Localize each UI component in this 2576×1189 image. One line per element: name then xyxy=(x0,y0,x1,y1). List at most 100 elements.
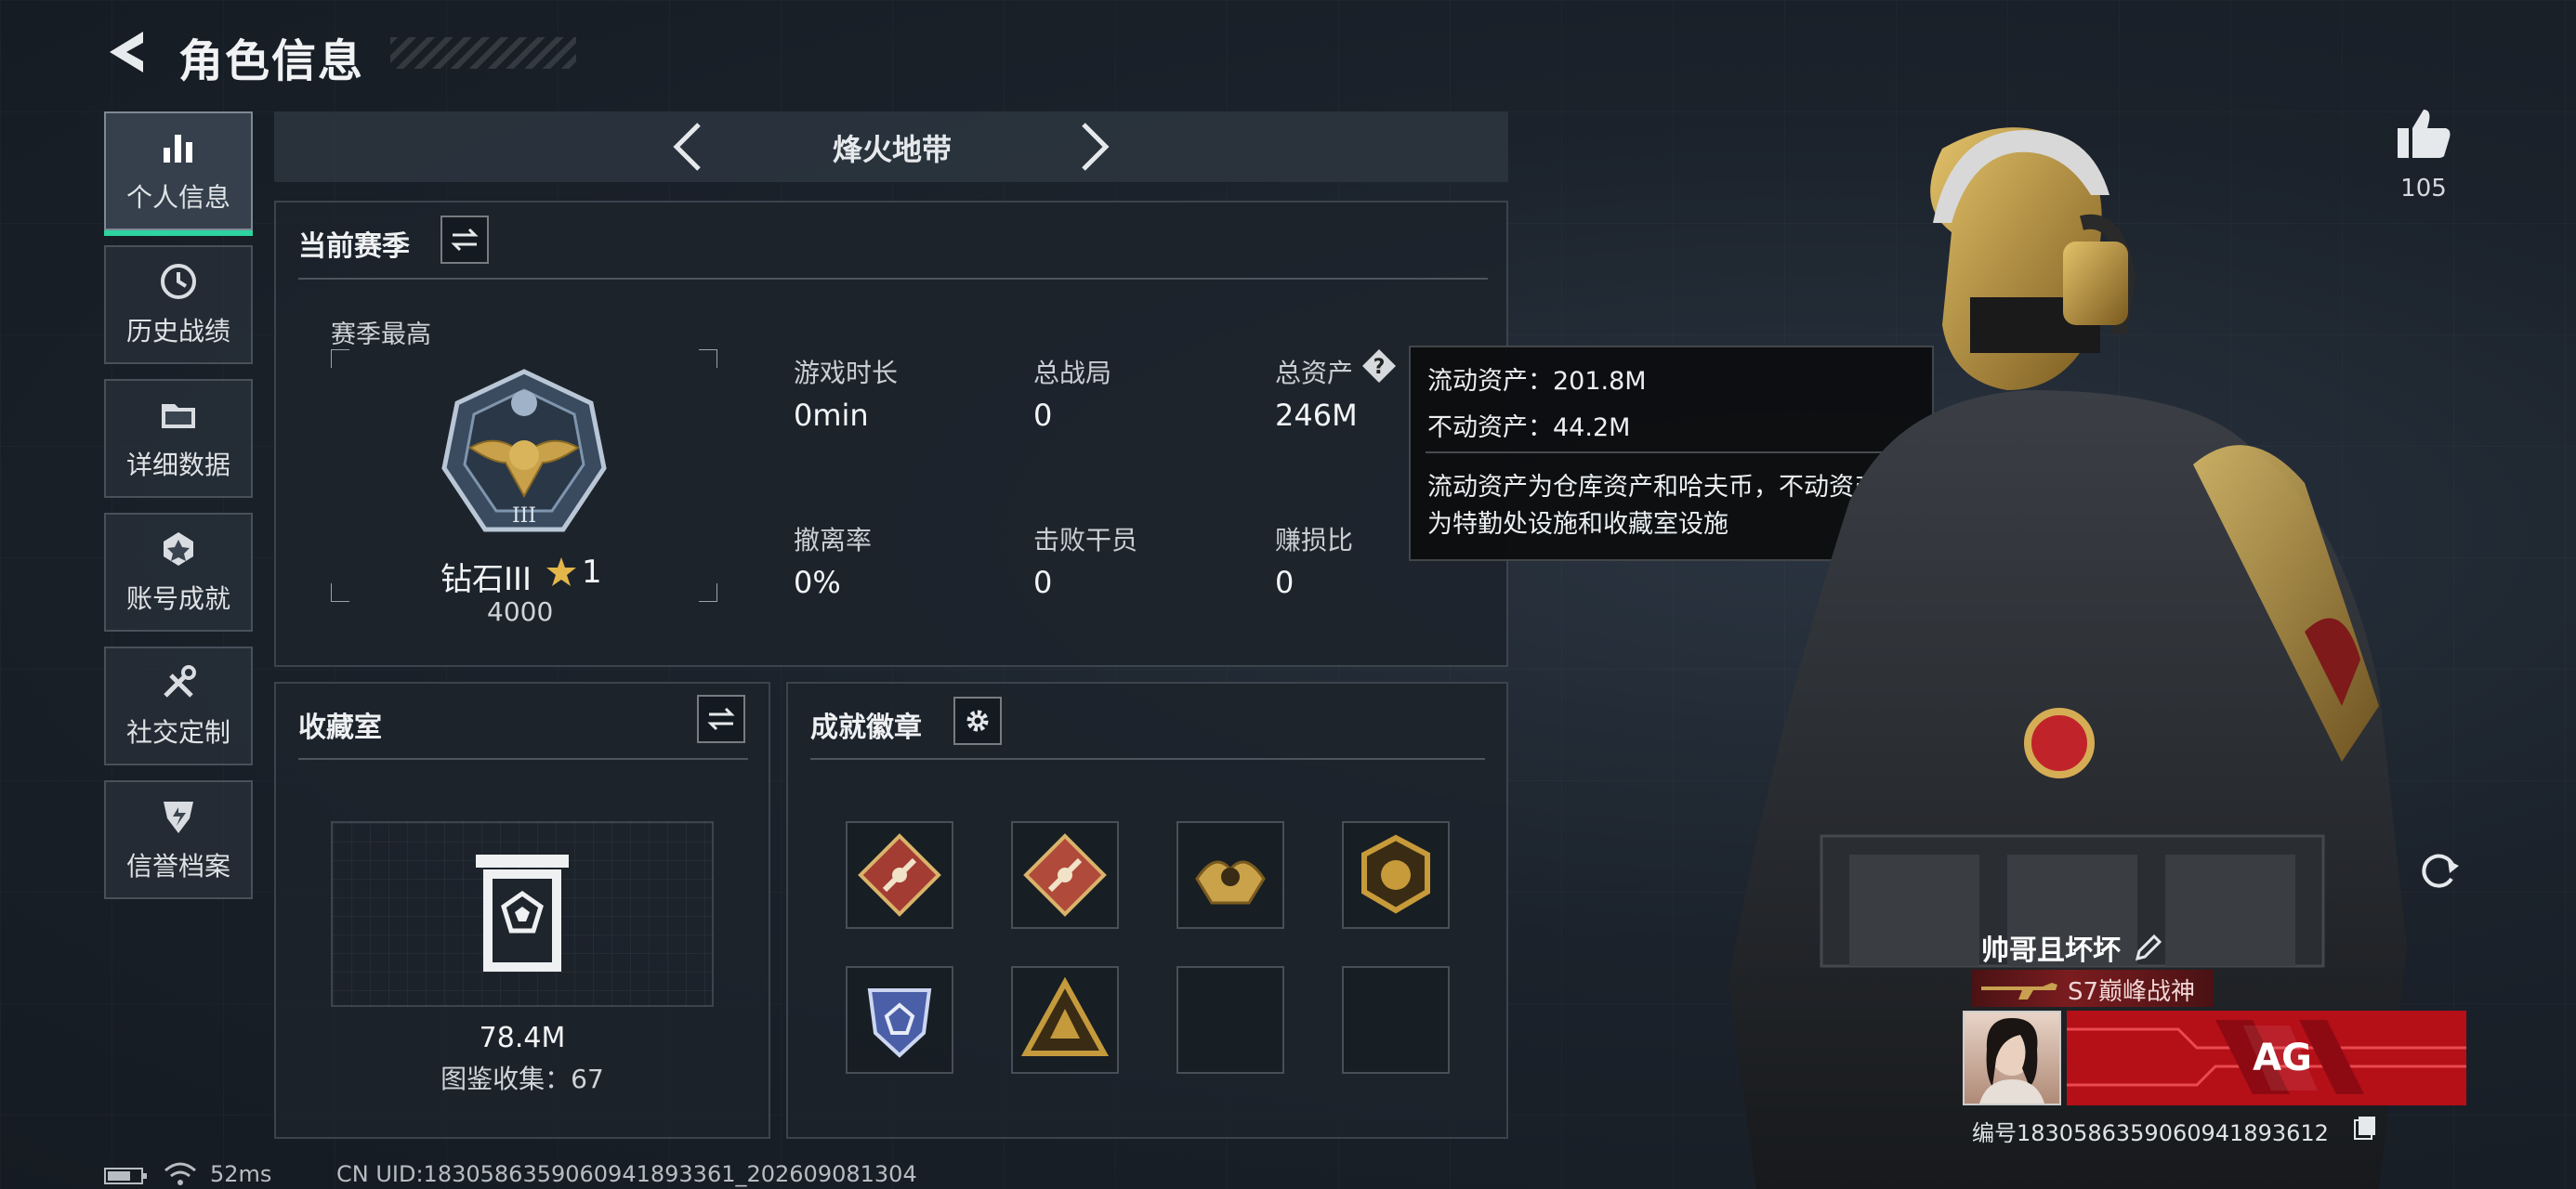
badge-slot[interactable] xyxy=(846,966,953,1074)
stat-value-total-matches: 0 xyxy=(1033,398,1053,433)
medal-icon xyxy=(164,532,193,566)
player-uid: 编号1830586359060941893612 xyxy=(1972,1120,2329,1146)
stat-value-total-assets: 246M xyxy=(1275,398,1358,433)
copy-icon xyxy=(2354,1117,2375,1140)
badge-slot[interactable] xyxy=(1011,821,1119,929)
mode-label: 烽火地带 xyxy=(832,132,952,167)
badge-slot[interactable] xyxy=(1011,966,1119,1074)
mode-next-button[interactable] xyxy=(1076,119,1113,178)
stat-label-playtime: 游戏时长 xyxy=(794,358,899,388)
rank-stars: 1 xyxy=(582,554,602,591)
nav-item-social[interactable]: 社交定制 xyxy=(104,647,253,765)
rotate-model-button[interactable] xyxy=(2416,847,2463,897)
battery-icon xyxy=(104,1168,147,1184)
nav-item-history[interactable]: 历史战绩 xyxy=(104,245,253,364)
blue-shield-badge-icon xyxy=(867,988,932,1058)
stat-label-extract-rate: 撤离率 xyxy=(794,525,873,555)
svg-text:III: III xyxy=(512,504,536,528)
clock-icon xyxy=(161,264,196,299)
achievements-divider xyxy=(810,758,1485,760)
folder-icon xyxy=(162,404,195,428)
back-arrow-icon xyxy=(110,32,143,72)
bar-chart-icon xyxy=(164,135,192,163)
season-best-label: 赛季最高 xyxy=(331,320,431,349)
stat-label-kills: 击败干员 xyxy=(1033,525,1138,555)
edit-name-button[interactable] xyxy=(2134,929,2165,964)
season-divider xyxy=(298,278,1488,280)
player-title: S7巅峰战神 xyxy=(2068,978,2196,1006)
copy-uid-button[interactable] xyxy=(2351,1113,2379,1144)
back-button[interactable] xyxy=(104,26,156,78)
title-decoration xyxy=(390,37,576,69)
svg-text:?: ? xyxy=(1373,356,1386,379)
assets-help-button[interactable]: ? xyxy=(1360,347,1398,385)
stat-value-kills: 0 xyxy=(1033,565,1053,600)
collection-switch-button[interactable] xyxy=(697,695,745,743)
gold-emblem-badge-icon xyxy=(1361,834,1430,914)
stat-label-profit-ratio: 赚损比 xyxy=(1275,525,1354,555)
avatar[interactable] xyxy=(1963,1011,2061,1105)
nav-label: 历史战绩 xyxy=(125,316,230,346)
diamond-runner-badge-icon xyxy=(1023,833,1107,917)
refresh-icon xyxy=(2422,854,2459,888)
like-count: 105 xyxy=(2400,175,2447,203)
stat-value-profit-ratio: 0 xyxy=(1275,565,1295,600)
season-title: 当前赛季 xyxy=(298,230,410,263)
swap-icon xyxy=(451,228,479,252)
collection-title: 收藏室 xyxy=(298,712,382,744)
nav-label: 详细数据 xyxy=(125,450,230,480)
star-icon xyxy=(546,557,576,586)
rank-name: 钻石III xyxy=(440,561,532,598)
wifi-icon xyxy=(164,1162,196,1185)
gold-wing-badge-icon xyxy=(1195,860,1266,905)
chevron-right-icon xyxy=(1082,123,1110,171)
swap-icon xyxy=(707,707,735,731)
collection-catalog: 图鉴收集：67 xyxy=(440,1064,604,1094)
collection-value: 78.4M xyxy=(479,1022,566,1054)
rifle-icon xyxy=(1981,983,2057,1000)
question-icon: ? xyxy=(1362,349,1396,383)
nav-item-details[interactable]: 详细数据 xyxy=(104,379,253,498)
stat-label-total-matches: 总战局 xyxy=(1033,358,1112,388)
badge-slot[interactable] xyxy=(1342,966,1450,1074)
rank-diamond-emblem-icon: III xyxy=(441,369,607,532)
like-button[interactable] xyxy=(2394,104,2453,167)
badge-slot[interactable] xyxy=(1176,821,1284,929)
badge-slot[interactable] xyxy=(846,821,953,929)
rank-score: 4000 xyxy=(487,596,554,627)
pencil-icon xyxy=(2135,934,2162,961)
ag-logo-icon: AG xyxy=(2067,1020,2466,1094)
team-banner: AG xyxy=(2067,1011,2466,1105)
banner-text: AG xyxy=(2253,1037,2312,1079)
mode-prev-button[interactable] xyxy=(669,119,706,178)
chevron-left-icon xyxy=(673,123,701,171)
nav-label: 信誉档案 xyxy=(125,851,230,882)
nav-item-credit[interactable]: 信誉档案 xyxy=(104,780,253,899)
stat-value-extract-rate: 0% xyxy=(794,565,841,600)
achievements-settings-button[interactable] xyxy=(953,697,1002,745)
cn-uid-text: CN UID:1830586359060941893361_2026090813… xyxy=(336,1161,917,1187)
nav-label: 账号成就 xyxy=(125,583,230,614)
stat-value-playtime: 0min xyxy=(794,398,869,433)
showcase-icon xyxy=(476,855,569,972)
ping-text: 52ms xyxy=(210,1161,272,1187)
badge-slot[interactable] xyxy=(1342,821,1450,929)
nav-label: 个人信息 xyxy=(125,182,230,213)
gold-triangle-badge-icon xyxy=(1020,976,1110,1056)
diamond-sword-badge-icon xyxy=(858,833,941,917)
nav-label: 社交定制 xyxy=(125,717,230,748)
gear-icon xyxy=(966,710,989,732)
shield-icon xyxy=(164,802,193,833)
badge-slot[interactable] xyxy=(1176,966,1284,1074)
stat-label-total-assets: 总资产 xyxy=(1275,358,1354,388)
player-name: 帅哥且坏坏 xyxy=(1981,934,2121,967)
tools-icon xyxy=(164,665,196,698)
nav-item-achievements[interactable]: 账号成就 xyxy=(104,513,253,632)
thumbs-up-icon xyxy=(2398,110,2451,158)
collection-divider xyxy=(298,758,748,760)
avatar-portrait-icon xyxy=(1979,1018,2044,1104)
page-title: 角色信息 xyxy=(178,35,365,87)
nav-item-profile[interactable]: 个人信息 xyxy=(104,111,253,236)
achievements-title: 成就徽章 xyxy=(810,712,922,744)
season-switch-button[interactable] xyxy=(440,216,489,264)
